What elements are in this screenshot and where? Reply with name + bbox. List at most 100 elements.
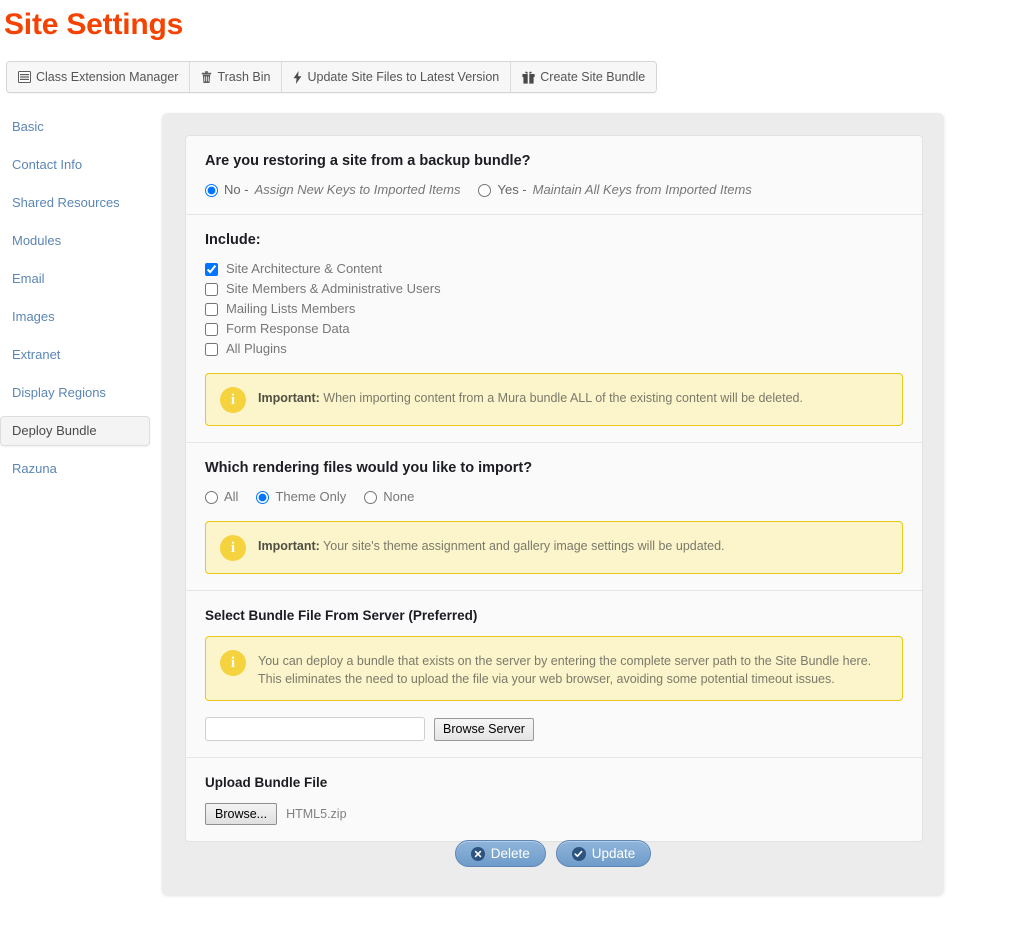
sidebar-item-razuna[interactable]: Razuna: [0, 454, 150, 484]
toolbar-button-class-extension-manager[interactable]: Class Extension Manager: [7, 62, 190, 92]
include-item-label: Mailing Lists Members: [226, 301, 355, 317]
sidebar-item-extranet[interactable]: Extranet: [0, 340, 150, 370]
delete-button[interactable]: Delete: [455, 840, 546, 867]
include-checkbox-site-members[interactable]: [205, 283, 218, 296]
section-rendering-files: Which rendering files would you like to …: [186, 443, 922, 591]
sidebar-item-modules[interactable]: Modules: [0, 226, 150, 256]
rendering-alert-strong: Important:: [258, 539, 320, 553]
toolbar-button-label: Class Extension Manager: [36, 70, 178, 84]
rendering-option-label: None: [383, 489, 414, 505]
toolbar-button-label: Create Site Bundle: [540, 70, 645, 84]
include-title: Include:: [205, 231, 903, 249]
rendering-option-label: All: [224, 489, 238, 505]
sidebar-item-deploy-bundle[interactable]: Deploy Bundle: [0, 416, 150, 446]
info-icon: i: [220, 387, 246, 413]
sidebar-item-email[interactable]: Email: [0, 264, 150, 294]
toolbar-button-label: Trash Bin: [217, 70, 270, 84]
server-bundle-info-alert: i You can deploy a bundle that exists on…: [205, 636, 903, 701]
include-alert-body: When importing content from a Mura bundl…: [320, 391, 803, 405]
deploy-bundle-panel: Are you restoring a site from a backup b…: [162, 113, 944, 895]
include-item-label: Site Members & Administrative Users: [226, 281, 441, 297]
section-restore-from-backup: Are you restoring a site from a backup b…: [186, 136, 922, 215]
sidebar-item-images[interactable]: Images: [0, 302, 150, 332]
restore-option-yes-desc: Maintain All Keys from Imported Items: [533, 182, 752, 198]
upload-bundle-title: Upload Bundle File: [205, 774, 903, 792]
browse-file-button[interactable]: Browse...: [205, 803, 277, 825]
restore-option-yes-prefix: Yes -: [497, 182, 526, 198]
include-item-all-plugins[interactable]: All Plugins: [205, 341, 903, 357]
list-icon: [18, 71, 31, 83]
rendering-radio-none[interactable]: [364, 491, 377, 504]
server-bundle-title: Select Bundle File From Server (Preferre…: [205, 607, 903, 625]
server-bundle-alert-text: You can deploy a bundle that exists on t…: [258, 649, 871, 688]
restore-radio-yes[interactable]: [478, 184, 491, 197]
restore-option-yes[interactable]: Yes - Maintain All Keys from Imported It…: [478, 182, 751, 198]
check-icon: [572, 847, 586, 861]
rendering-question-title: Which rendering files would you like to …: [205, 459, 903, 477]
rendering-alert-text: Important: Your site's theme assignment …: [258, 534, 725, 555]
include-item-site-architecture[interactable]: Site Architecture & Content: [205, 261, 903, 277]
section-select-bundle-from-server: Select Bundle File From Server (Preferre…: [186, 591, 922, 758]
include-item-label: Form Response Data: [226, 321, 350, 337]
server-path-input[interactable]: [205, 717, 425, 741]
toolbar-button-update-site-files[interactable]: Update Site Files to Latest Version: [282, 62, 511, 92]
section-include: Include: Site Architecture & Content Sit…: [186, 215, 922, 443]
update-button[interactable]: Update: [556, 840, 652, 867]
info-icon: i: [220, 535, 246, 561]
toolbar: Class Extension Manager Trash Bin: [6, 61, 657, 93]
include-item-label: Site Architecture & Content: [226, 261, 382, 277]
page-title: Site Settings: [4, 6, 183, 44]
rendering-alert-body: Your site's theme assignment and gallery…: [320, 539, 725, 553]
deploy-bundle-form-card: Are you restoring a site from a backup b…: [185, 135, 923, 842]
browse-server-button[interactable]: Browse Server: [434, 718, 534, 741]
include-checkbox-list: Site Architecture & Content Site Members…: [205, 261, 903, 357]
update-button-label: Update: [592, 846, 636, 861]
restore-question-title: Are you restoring a site from a backup b…: [205, 152, 903, 170]
info-icon: i: [220, 650, 246, 676]
include-checkbox-form-response-data[interactable]: [205, 323, 218, 336]
section-upload-bundle-file: Upload Bundle File Browse... HTML5.zip: [186, 758, 922, 841]
gift-icon: [522, 71, 535, 84]
toolbar-button-trash-bin[interactable]: Trash Bin: [190, 62, 282, 92]
restore-option-no-desc: Assign New Keys to Imported Items: [255, 182, 461, 198]
include-checkbox-site-architecture[interactable]: [205, 263, 218, 276]
sidebar: Basic Contact Info Shared Resources Modu…: [0, 112, 150, 492]
include-item-site-members[interactable]: Site Members & Administrative Users: [205, 281, 903, 297]
sidebar-item-display-regions[interactable]: Display Regions: [0, 378, 150, 408]
include-item-mailing-lists[interactable]: Mailing Lists Members: [205, 301, 903, 317]
restore-option-no-prefix: No -: [224, 182, 249, 198]
rendering-option-label: Theme Only: [275, 489, 346, 505]
trash-icon: [201, 71, 212, 84]
include-checkbox-mailing-lists[interactable]: [205, 303, 218, 316]
bolt-icon: [293, 71, 302, 84]
include-item-form-response-data[interactable]: Form Response Data: [205, 321, 903, 337]
restore-radio-no[interactable]: [205, 184, 218, 197]
include-alert-strong: Important:: [258, 391, 320, 405]
include-checkbox-all-plugins[interactable]: [205, 343, 218, 356]
rendering-option-theme-only[interactable]: Theme Only: [256, 489, 346, 505]
server-bundle-alert-line-2: This eliminates the need to upload the f…: [258, 670, 871, 688]
rendering-radio-group: All Theme Only None: [205, 489, 903, 505]
sidebar-item-basic[interactable]: Basic: [0, 112, 150, 142]
upload-file-row: Browse... HTML5.zip: [205, 803, 903, 825]
rendering-important-alert: i Important: Your site's theme assignmen…: [205, 521, 903, 574]
selected-file-name: HTML5.zip: [286, 807, 346, 821]
rendering-radio-all[interactable]: [205, 491, 218, 504]
toolbar-button-label: Update Site Files to Latest Version: [307, 70, 499, 84]
restore-radio-group: No - Assign New Keys to Imported Items Y…: [205, 182, 903, 198]
toolbar-button-create-site-bundle[interactable]: Create Site Bundle: [511, 62, 656, 92]
close-icon: [471, 847, 485, 861]
server-path-row: Browse Server: [205, 717, 903, 741]
include-alert-text: Important: When importing content from a…: [258, 386, 803, 407]
sidebar-item-contact-info[interactable]: Contact Info: [0, 150, 150, 180]
site-settings-page: Site Settings Class Extension Manager: [0, 0, 1035, 927]
sidebar-item-shared-resources[interactable]: Shared Resources: [0, 188, 150, 218]
form-actions: Delete Update: [162, 840, 944, 867]
delete-button-label: Delete: [491, 846, 530, 861]
rendering-option-none[interactable]: None: [364, 489, 414, 505]
restore-option-no[interactable]: No - Assign New Keys to Imported Items: [205, 182, 460, 198]
server-bundle-alert-line-1: You can deploy a bundle that exists on t…: [258, 652, 871, 670]
rendering-option-all[interactable]: All: [205, 489, 238, 505]
include-important-alert: i Important: When importing content from…: [205, 373, 903, 426]
rendering-radio-theme-only[interactable]: [256, 491, 269, 504]
